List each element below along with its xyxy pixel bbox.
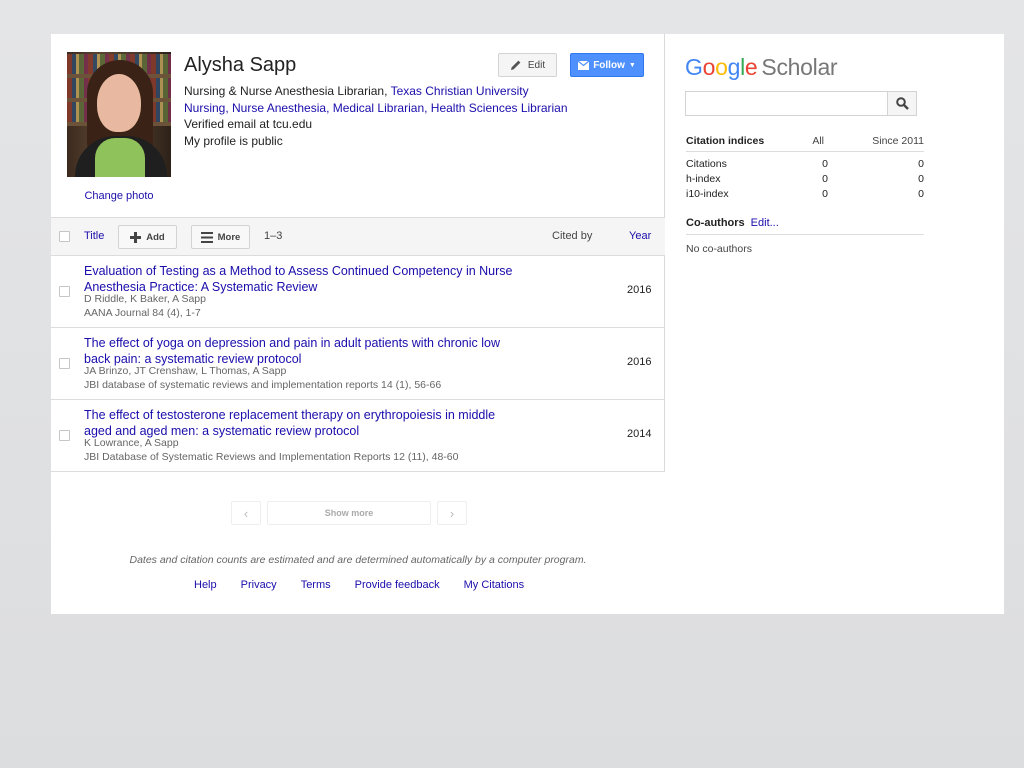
logo-suffix: Scholar [761, 54, 838, 80]
footer-link-terms[interactable]: Terms [301, 579, 331, 591]
article-title-link[interactable]: The effect of yoga on depression and pai… [84, 335, 514, 367]
more-label: More [217, 231, 241, 243]
search-button[interactable] [887, 91, 917, 116]
google-scholar-logo[interactable]: Google Scholar [685, 54, 838, 81]
citation-row-all: 0 [822, 158, 828, 170]
edit-label: Edit [527, 59, 546, 71]
sort-by-cited-by[interactable]: Cited by [552, 230, 592, 242]
article-checkbox[interactable] [59, 358, 70, 369]
article-title-link[interactable]: The effect of testosterone replacement t… [84, 407, 514, 439]
edit-profile-button[interactable]: Edit [498, 53, 557, 77]
article-year: 2014 [627, 428, 652, 440]
pagination: ‹ Show more › [231, 501, 467, 525]
affiliation-text: Nursing & Nurse Anesthesia Librarian, [184, 84, 391, 98]
col-all: All [812, 135, 824, 147]
citation-row: h-index 0 0 [686, 172, 924, 187]
envelope-icon [578, 60, 590, 70]
show-more-button[interactable]: Show more [267, 501, 431, 525]
citation-row-label: Citations [686, 158, 727, 170]
article-publication: AANA Journal 84 (4), 1-7 [84, 307, 201, 319]
citation-row-since: 0 [918, 158, 924, 170]
article-checkbox[interactable] [59, 286, 70, 297]
select-all-checkbox[interactable] [59, 231, 70, 242]
coauthors-section: Co-authors Edit... No co-authors [686, 217, 924, 255]
no-coauthors-text: No co-authors [686, 243, 752, 255]
verified-email: Verified email at tcu.edu [184, 117, 313, 131]
search-input[interactable] [685, 91, 887, 116]
citation-indices-table: Citation indices All Since 2011 Citation… [686, 135, 924, 202]
citation-indices-heading: Citation indices [686, 135, 765, 147]
profile-photo-block: Change photo [67, 52, 171, 202]
profile-affiliation: Nursing & Nurse Anesthesia Librarian, Te… [184, 83, 654, 100]
profile-photo[interactable] [67, 52, 171, 177]
coauthors-heading: Co-authors [686, 217, 745, 229]
article-row: The effect of testosterone replacement t… [51, 400, 665, 472]
follow-button[interactable]: Follow ▼ [570, 53, 644, 77]
article-authors: K Lowrance, A Sapp [84, 437, 179, 449]
change-photo-link[interactable]: Change photo [67, 190, 171, 202]
footer-link-my-citations[interactable]: My Citations [464, 579, 525, 591]
sort-by-year[interactable]: Year [629, 230, 651, 242]
footer-link-feedback[interactable]: Provide feedback [355, 579, 440, 591]
disclaimer-text: Dates and citation counts are estimated … [129, 554, 587, 566]
footer-link-privacy[interactable]: Privacy [241, 579, 277, 591]
citation-row: Citations 0 0 [686, 157, 924, 172]
citation-row-since: 0 [918, 173, 924, 185]
article-row: Evaluation of Testing as a Method to Ass… [51, 256, 665, 328]
results-range: 1–3 [264, 230, 283, 242]
profile-visibility: My profile is public [184, 133, 283, 148]
affiliation-org-link[interactable]: Texas Christian University [391, 84, 529, 98]
citation-row: i10-index 0 0 [686, 187, 924, 202]
article-year: 2016 [627, 284, 652, 296]
search-icon [895, 97, 909, 110]
article-row: The effect of yoga on depression and pai… [51, 328, 665, 400]
citation-row-since: 0 [918, 188, 924, 200]
footer-link-help[interactable]: Help [194, 579, 217, 591]
citation-row-label: h-index [686, 173, 721, 185]
add-label: Add [146, 231, 165, 243]
citation-indices-header: Citation indices All Since 2011 [686, 135, 924, 152]
article-checkbox[interactable] [59, 430, 70, 441]
col-since: Since 2011 [872, 135, 924, 147]
profile-interests[interactable]: Nursing, Nurse Anesthesia, Medical Libra… [184, 100, 654, 117]
add-button[interactable]: Add [118, 225, 177, 249]
chevron-down-icon: ▼ [628, 61, 636, 69]
citation-row-all: 0 [822, 173, 828, 185]
scholar-profile-page: Change photo Alysha Sapp Nursing & Nurse… [51, 34, 1004, 614]
sort-by-title[interactable]: Title [84, 230, 104, 242]
edit-coauthors-link[interactable]: Edit... [751, 217, 779, 229]
plus-icon [130, 231, 142, 243]
more-button[interactable]: More [191, 225, 250, 249]
citation-row-all: 0 [822, 188, 828, 200]
hamburger-icon [200, 231, 213, 243]
pencil-icon [510, 60, 521, 70]
next-page-button[interactable]: › [437, 501, 467, 525]
previous-page-button[interactable]: ‹ [231, 501, 261, 525]
citation-row-label: i10-index [686, 188, 729, 200]
footer-links: Help Privacy Terms Provide feedback My C… [194, 579, 524, 591]
article-year: 2016 [627, 356, 652, 368]
article-authors: JA Brinzo, JT Crenshaw, L Thomas, A Sapp [84, 365, 287, 377]
article-title-link[interactable]: Evaluation of Testing as a Method to Ass… [84, 263, 514, 295]
scholar-search [685, 91, 917, 116]
article-publication: JBI Database of Systematic Reviews and I… [84, 451, 459, 463]
coauthors-header: Co-authors Edit... [686, 217, 924, 235]
follow-label: Follow [593, 59, 625, 71]
articles-toolbar: Title Add More 1–3 Cited by Year [51, 217, 665, 256]
article-authors: D Riddle, K Baker, A Sapp [84, 293, 206, 305]
article-publication: JBI database of systematic reviews and i… [84, 379, 442, 391]
